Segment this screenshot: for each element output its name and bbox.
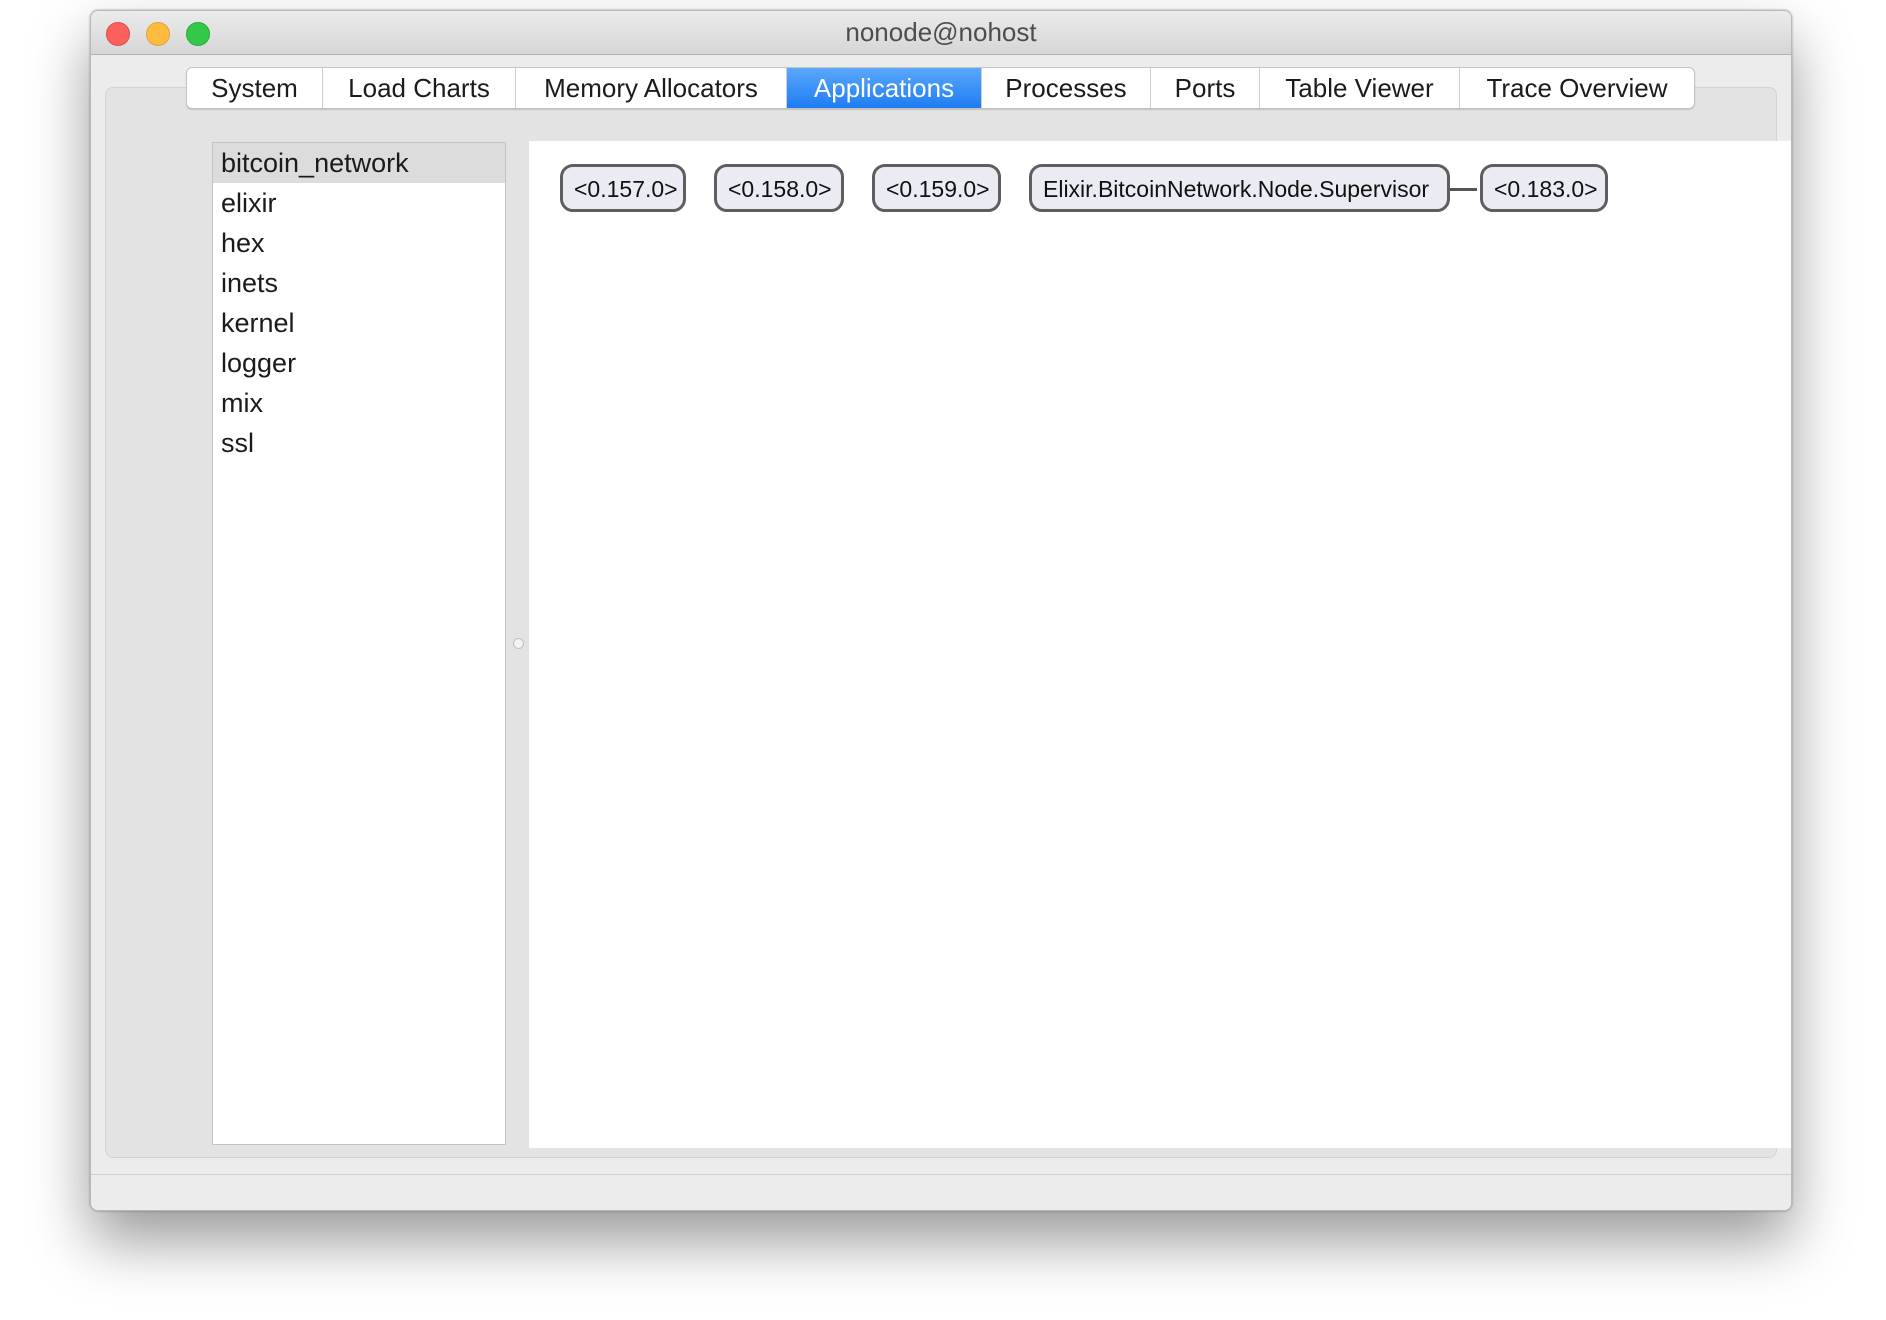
tab-applications[interactable]: Applications xyxy=(787,68,982,108)
application-list[interactable]: bitcoin_network elixir hex inets kernel … xyxy=(212,142,506,1145)
tab-memory-allocators[interactable]: Memory Allocators xyxy=(516,68,787,108)
observer-window: nonode@nohost System Load Charts Memory … xyxy=(90,10,1792,1211)
tab-trace-overview[interactable]: Trace Overview xyxy=(1460,68,1694,108)
app-item-elixir[interactable]: elixir xyxy=(213,183,505,223)
process-node[interactable]: <0.159.0> xyxy=(872,164,1001,212)
splitter-handle[interactable] xyxy=(513,638,524,649)
process-tree-canvas[interactable]: <0.157.0> <0.158.0> <0.159.0> Elixir.Bit… xyxy=(529,141,1791,1148)
supervisor-node[interactable]: Elixir.BitcoinNetwork.Node.Supervisor xyxy=(1029,164,1450,212)
app-item-kernel[interactable]: kernel xyxy=(213,303,505,343)
process-node[interactable]: <0.183.0> xyxy=(1480,164,1608,212)
app-item-mix[interactable]: mix xyxy=(213,383,505,423)
app-item-ssl[interactable]: ssl xyxy=(213,423,505,463)
tab-load-charts[interactable]: Load Charts xyxy=(323,68,516,108)
tab-processes[interactable]: Processes xyxy=(982,68,1151,108)
process-node[interactable]: <0.158.0> xyxy=(714,164,844,212)
tab-ports[interactable]: Ports xyxy=(1151,68,1260,108)
app-item-bitcoin-network[interactable]: bitcoin_network xyxy=(213,143,505,183)
app-item-logger[interactable]: logger xyxy=(213,343,505,383)
app-item-hex[interactable]: hex xyxy=(213,223,505,263)
app-item-inets[interactable]: inets xyxy=(213,263,505,303)
status-bar xyxy=(91,1174,1791,1210)
process-node[interactable]: <0.157.0> xyxy=(560,164,686,212)
tree-edge xyxy=(1446,188,1477,191)
tab-system[interactable]: System xyxy=(187,68,323,108)
tab-bar: System Load Charts Memory Allocators App… xyxy=(186,67,1695,109)
tab-table-viewer[interactable]: Table Viewer xyxy=(1260,68,1460,108)
title-bar[interactable]: nonode@nohost xyxy=(91,11,1791,55)
window-title: nonode@nohost xyxy=(845,17,1037,47)
